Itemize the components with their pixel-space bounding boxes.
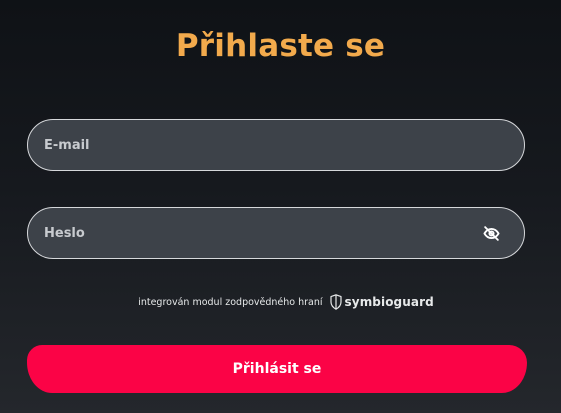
password-field[interactable] [27, 207, 525, 259]
page-title: Přihlaste se [175, 28, 386, 64]
brand-name: symbioguard [344, 295, 434, 309]
password-input[interactable] [44, 208, 474, 258]
responsible-gaming-notice: integrován modul zodpovědného hraní symb… [0, 292, 561, 312]
login-button[interactable]: Přihlásit se [27, 345, 527, 393]
eye-off-icon[interactable] [483, 225, 500, 242]
email-field[interactable] [27, 119, 525, 171]
shield-icon [329, 294, 342, 310]
email-input[interactable] [44, 120, 474, 170]
responsible-gaming-text: integrován modul zodpovědného hraní [138, 296, 323, 308]
